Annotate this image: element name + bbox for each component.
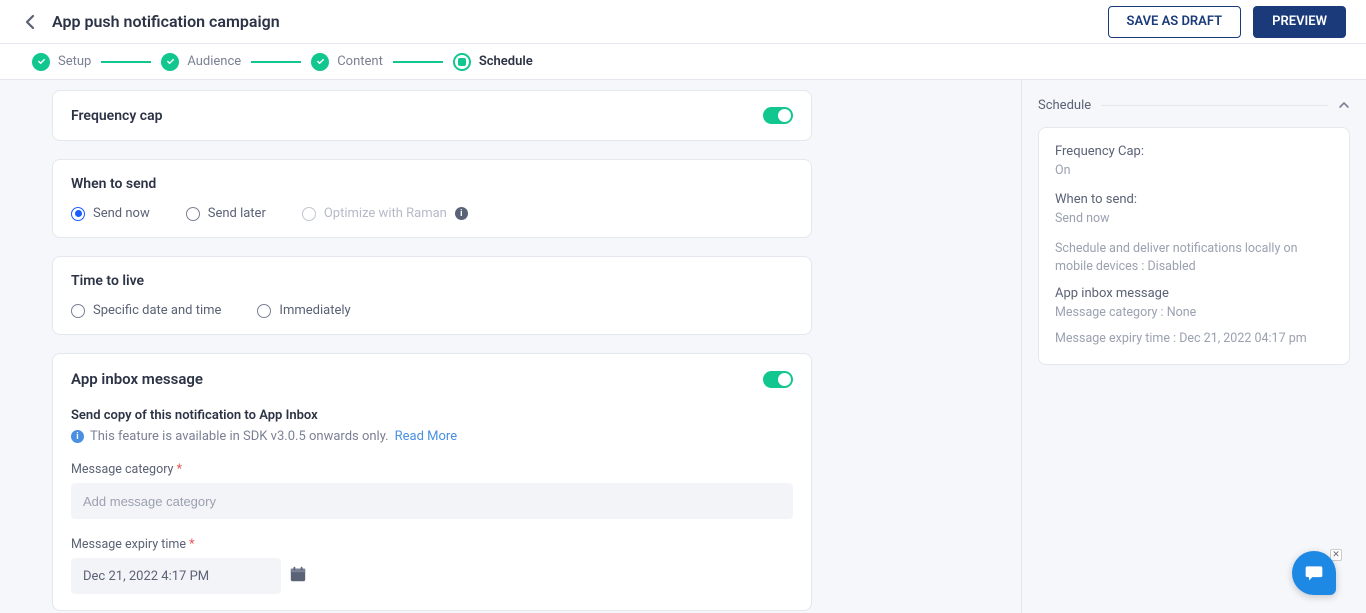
- back-button[interactable]: [20, 12, 40, 32]
- message-expiry-input[interactable]: Dec 21, 2022 4:17 PM: [71, 558, 281, 594]
- app-inbox-card: App inbox message Send copy of this noti…: [52, 353, 812, 611]
- info-icon: i: [71, 430, 84, 443]
- current-step-icon: [453, 53, 471, 71]
- when-to-send-card: When to send Send now Send later Optimiz…: [52, 159, 812, 238]
- card-title: Time to live: [71, 273, 793, 289]
- summary-when-label: When to send:: [1055, 192, 1333, 207]
- summary-when-value: Send now: [1055, 211, 1333, 226]
- summary-freq-label: Frequency Cap:: [1055, 144, 1333, 159]
- step-label: Audience: [187, 54, 241, 69]
- radio-icon: [302, 207, 316, 221]
- card-title: Frequency cap: [71, 108, 162, 124]
- summary-inbox-expiry: Message expiry time : Dec 21, 2022 04:17…: [1055, 330, 1333, 348]
- radio-label: Send later: [208, 206, 266, 221]
- summary-inbox-cat: Message category : None: [1055, 305, 1333, 320]
- summary-title: Schedule: [1038, 98, 1091, 113]
- frequency-cap-toggle[interactable]: [763, 107, 793, 124]
- step-label: Setup: [58, 54, 91, 69]
- radio-label: Specific date and time: [93, 303, 221, 318]
- card-title: App inbox message: [71, 370, 203, 388]
- message-category-input[interactable]: [71, 483, 793, 519]
- radio-specific-datetime[interactable]: Specific date and time: [71, 303, 221, 318]
- check-icon: [311, 53, 329, 71]
- radio-optimize[interactable]: Optimize with Raman i: [302, 206, 468, 221]
- radio-label: Send now: [93, 206, 150, 221]
- sub-heading: Send copy of this notification to App In…: [71, 408, 793, 423]
- card-title: When to send: [71, 176, 793, 192]
- step-setup[interactable]: Setup: [32, 53, 91, 71]
- info-text: This feature is available in SDK v3.0.5 …: [90, 429, 389, 444]
- read-more-link[interactable]: Read More: [395, 429, 457, 444]
- radio-label: Immediately: [279, 303, 350, 318]
- step-audience[interactable]: Audience: [161, 53, 241, 71]
- radio-send-later[interactable]: Send later: [186, 206, 266, 221]
- stepper: Setup Audience Content Schedule: [0, 44, 1366, 80]
- page-title: App push notification campaign: [52, 12, 1108, 31]
- radio-immediately[interactable]: Immediately: [257, 303, 350, 318]
- radio-send-now[interactable]: Send now: [71, 206, 150, 221]
- radio-icon: [186, 207, 200, 221]
- save-draft-button[interactable]: SAVE AS DRAFT: [1108, 6, 1242, 38]
- summary-header[interactable]: Schedule: [1038, 98, 1350, 113]
- message-category-label: Message category *: [71, 462, 793, 477]
- summary-freq-value: On: [1055, 163, 1333, 178]
- app-inbox-toggle[interactable]: [763, 371, 793, 388]
- summary-inbox-label: App inbox message: [1055, 286, 1333, 301]
- summary-local-deliver: Schedule and deliver notifications local…: [1055, 240, 1333, 276]
- chevron-up-icon: [1338, 98, 1350, 113]
- chat-button[interactable]: [1292, 551, 1336, 595]
- step-label: Content: [337, 54, 383, 69]
- step-content[interactable]: Content: [311, 53, 383, 71]
- info-icon[interactable]: i: [455, 207, 468, 220]
- radio-label: Optimize with Raman: [324, 206, 447, 221]
- calendar-icon[interactable]: [289, 565, 307, 587]
- message-expiry-label: Message expiry time *: [71, 537, 793, 552]
- preview-button[interactable]: PREVIEW: [1253, 6, 1346, 38]
- radio-icon: [71, 304, 85, 318]
- step-label: Schedule: [479, 54, 533, 69]
- summary-card: Frequency Cap: On When to send: Send now…: [1038, 127, 1350, 365]
- check-icon: [161, 53, 179, 71]
- radio-icon: [71, 207, 85, 221]
- check-icon: [32, 53, 50, 71]
- time-to-live-card: Time to live Specific date and time Imme…: [52, 256, 812, 335]
- frequency-cap-card: Frequency cap: [52, 90, 812, 141]
- radio-icon: [257, 304, 271, 318]
- step-schedule[interactable]: Schedule: [453, 53, 533, 71]
